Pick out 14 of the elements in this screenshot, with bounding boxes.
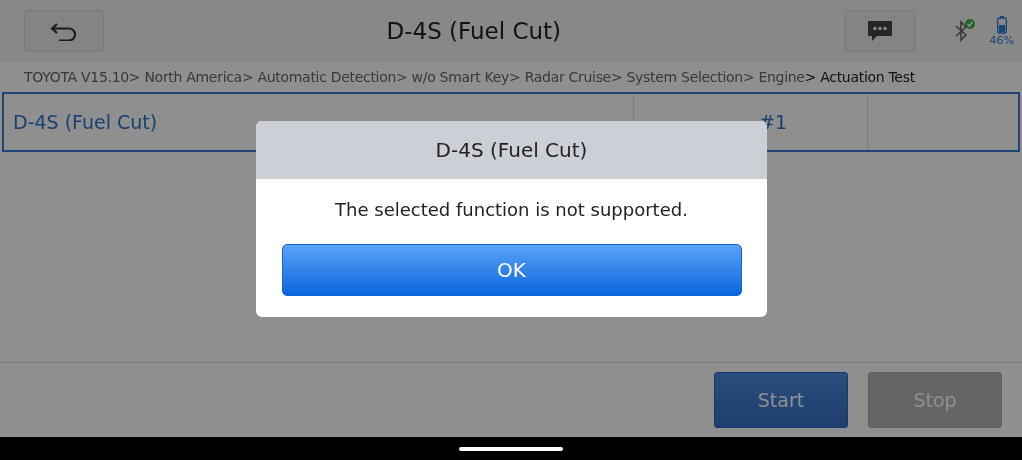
back-icon — [49, 21, 79, 41]
back-button[interactable] — [24, 10, 104, 52]
ok-button[interactable]: OK — [281, 244, 742, 296]
screen-title: D-4S (Fuel Cut) — [385, 18, 563, 44]
dialog-title: D-4S (Fuel Cut) — [256, 121, 767, 179]
battery-icon — [996, 15, 1007, 34]
breadcrumb-item[interactable]: > Actuation Test — [804, 69, 915, 85]
home-indicator[interactable] — [459, 446, 563, 451]
dialog-message: The selected function is not supported. — [335, 199, 688, 220]
chat-icon — [865, 19, 894, 43]
action-button[interactable]: Start — [714, 372, 848, 428]
battery-percent: 46% — [989, 33, 1014, 47]
breadcrumb-item[interactable]: TOYOTA V15.10> North America> Automatic Detection> w/o Smart Key> Radar Cruise> System Selection> Engine — [24, 69, 805, 85]
message-button[interactable] — [843, 10, 916, 52]
